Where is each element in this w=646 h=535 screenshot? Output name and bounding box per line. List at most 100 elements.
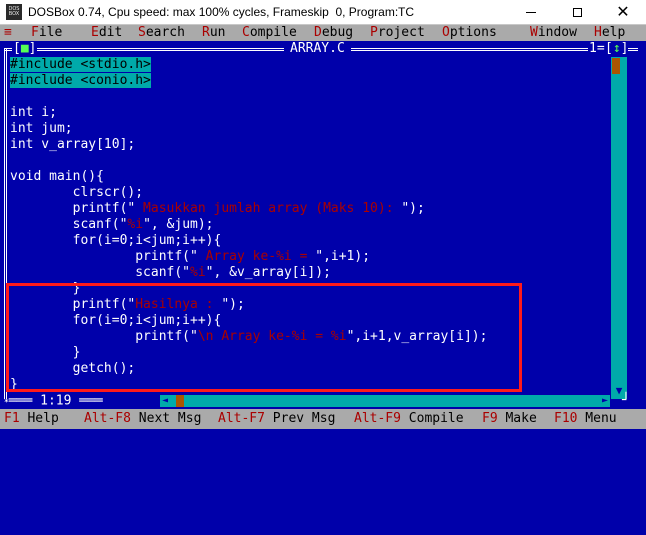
code-line[interactable]: for(i=0;i<jum;i++){ <box>10 313 608 329</box>
close-square-icon: ■ <box>20 41 29 56</box>
status-key: Alt-F7 <box>218 411 265 426</box>
code-line[interactable]: scanf("%i", &v_array[i]); <box>10 265 608 281</box>
vertical-scroll-thumb[interactable] <box>612 58 620 74</box>
status-key: F1 <box>4 411 20 426</box>
code-editor[interactable]: #include <stdio.h> #include <conio.h> int … <box>10 57 608 393</box>
code-line[interactable] <box>10 89 608 105</box>
minimize-button[interactable] <box>508 0 554 24</box>
code-text: getch(); <box>10 361 136 376</box>
code-line[interactable]: printf("Hasilnya : "); <box>10 297 608 313</box>
editor-frame-left <box>4 49 7 399</box>
code-line[interactable] <box>10 153 608 169</box>
code-line[interactable]: for(i=0;i<jum;i++){ <box>10 233 608 249</box>
menu-compile[interactable]: Compile <box>242 25 297 41</box>
code-line[interactable]: #include <stdio.h> <box>10 57 608 73</box>
code-line[interactable]: getch(); <box>10 361 608 377</box>
menu-hotkey: F <box>31 25 39 40</box>
code-line[interactable]: } <box>10 345 608 361</box>
status-next-msg[interactable]: Alt-F8 Next Msg <box>84 410 201 428</box>
frame-star-icon: ✶ <box>4 396 9 405</box>
maximize-icon <box>572 7 582 17</box>
code-text: "); <box>401 201 425 216</box>
code-line[interactable]: } <box>10 377 608 393</box>
code-text: for(i=0;i<jum;i++){ <box>10 313 222 328</box>
editor-frame-right <box>627 57 646 399</box>
close-button[interactable]: ✕ <box>600 0 646 24</box>
editor-zoom-box[interactable]: [↕] <box>605 41 629 57</box>
menu-help[interactable]: Help <box>594 25 625 41</box>
code-line[interactable]: printf("\n Array ke-%i = %i",i+1,v_array… <box>10 329 608 345</box>
code-line[interactable]: printf(" Masukkan jumlah array (Maks 10)… <box>10 201 608 217</box>
code-text: printf(" <box>10 249 198 264</box>
code-text: printf(" <box>10 297 136 312</box>
maximize-button[interactable] <box>554 0 600 24</box>
status-label: Next Msg <box>130 411 202 426</box>
minimize-icon <box>526 11 536 13</box>
scroll-left-arrow-icon[interactable]: ◄ <box>160 395 170 407</box>
string-literal: Hasilnya : <box>135 297 222 312</box>
code-text: for(i=0;i<jum;i++){ <box>10 233 222 248</box>
code-line[interactable]: #include <conio.h> <box>10 73 608 89</box>
status-label: Make <box>497 411 537 426</box>
menu-search[interactable]: Search <box>138 25 185 41</box>
code-line[interactable]: int i; <box>10 105 608 121</box>
menu-hotkey: E <box>91 25 99 40</box>
status-make[interactable]: F9 Make <box>482 410 537 428</box>
code-text: scanf(" <box>10 217 128 232</box>
menu-label: ile <box>38 25 63 40</box>
scroll-right-arrow-icon[interactable]: ► <box>600 395 610 407</box>
window-program-name: TC <box>398 5 414 19</box>
menu-label: ptions <box>449 25 497 40</box>
horizontal-scroll-thumb[interactable] <box>176 395 184 407</box>
editor-frame-bottom: ✶═══ 1:19 ═══ ◄ ► ┘ <box>0 393 646 409</box>
code-text: scanf(" <box>10 265 191 280</box>
editor-file-title: ARRAY.C <box>284 41 351 57</box>
code-line[interactable]: int v_array[10]; <box>10 137 608 153</box>
code-line[interactable]: printf(" Array ke-%i = ",i+1); <box>10 249 608 265</box>
status-label: Menu <box>577 411 617 426</box>
code-line[interactable]: int jum; <box>10 121 608 137</box>
status-compile[interactable]: Alt-F9 Compile <box>354 410 464 428</box>
editor-close-box[interactable]: [■] <box>12 41 38 57</box>
editor-frame-top: [■] ARRAY.C 1= [↕] <box>0 41 646 57</box>
status-label: Prev Msg <box>264 411 336 426</box>
status-label: Help <box>19 411 59 426</box>
menu-hotkey: P <box>370 25 378 40</box>
menu-edit[interactable]: Edit <box>91 25 122 41</box>
window-title-bar: DOS BOX DOSBox 0.74, Cpu speed: max 100%… <box>0 0 646 25</box>
status-menu[interactable]: F10 Menu <box>554 410 617 428</box>
menu-hotkey: S <box>138 25 146 40</box>
status-bar: F1 Help Alt-F8 Next Msg Alt-F7 Prev Msg … <box>0 409 646 429</box>
menu-window[interactable]: Window <box>530 25 577 41</box>
code-line[interactable]: clrscr(); <box>10 185 608 201</box>
code-line[interactable]: void main(){ <box>10 169 608 185</box>
menu-hotkey: C <box>242 25 250 40</box>
system-menu[interactable]: ≡ <box>4 25 12 41</box>
horizontal-scrollbar[interactable] <box>168 395 608 407</box>
status-key: F10 <box>554 411 578 426</box>
string-literal: \n Array ke-%i = %i <box>197 329 347 344</box>
menu-debug[interactable]: Debug <box>314 25 353 41</box>
status-help[interactable]: F1 Help <box>4 410 59 428</box>
resize-corner-icon[interactable]: ┘ <box>622 393 630 409</box>
status-prev-msg[interactable]: Alt-F7 Prev Msg <box>218 410 335 428</box>
bracket: [ <box>13 41 21 56</box>
menu-project[interactable]: Project <box>370 25 425 41</box>
vertical-scrollbar[interactable] <box>611 57 627 399</box>
menu-options[interactable]: Options <box>442 25 497 41</box>
bracket: [ <box>605 41 613 56</box>
status-key: Alt-F9 <box>354 411 401 426</box>
code-text: } <box>10 281 81 296</box>
code-text: ",i+1,v_array[i]); <box>346 329 488 344</box>
menu-label: elp <box>601 25 626 40</box>
highlighted-code: #include <conio.h> <box>10 73 151 88</box>
code-text: } <box>10 345 81 360</box>
code-line[interactable]: } <box>10 281 608 297</box>
cursor-position: ✶═══ 1:19 ═══ <box>4 393 103 409</box>
menu-file[interactable]: File <box>31 25 62 41</box>
code-line[interactable]: scanf("%i", &jum); <box>10 217 608 233</box>
code-text: int v_array[10]; <box>10 137 136 152</box>
string-literal: Array ke-%i = <box>197 249 316 264</box>
string-literal: %i <box>190 265 206 280</box>
menu-run[interactable]: Run <box>202 25 225 41</box>
